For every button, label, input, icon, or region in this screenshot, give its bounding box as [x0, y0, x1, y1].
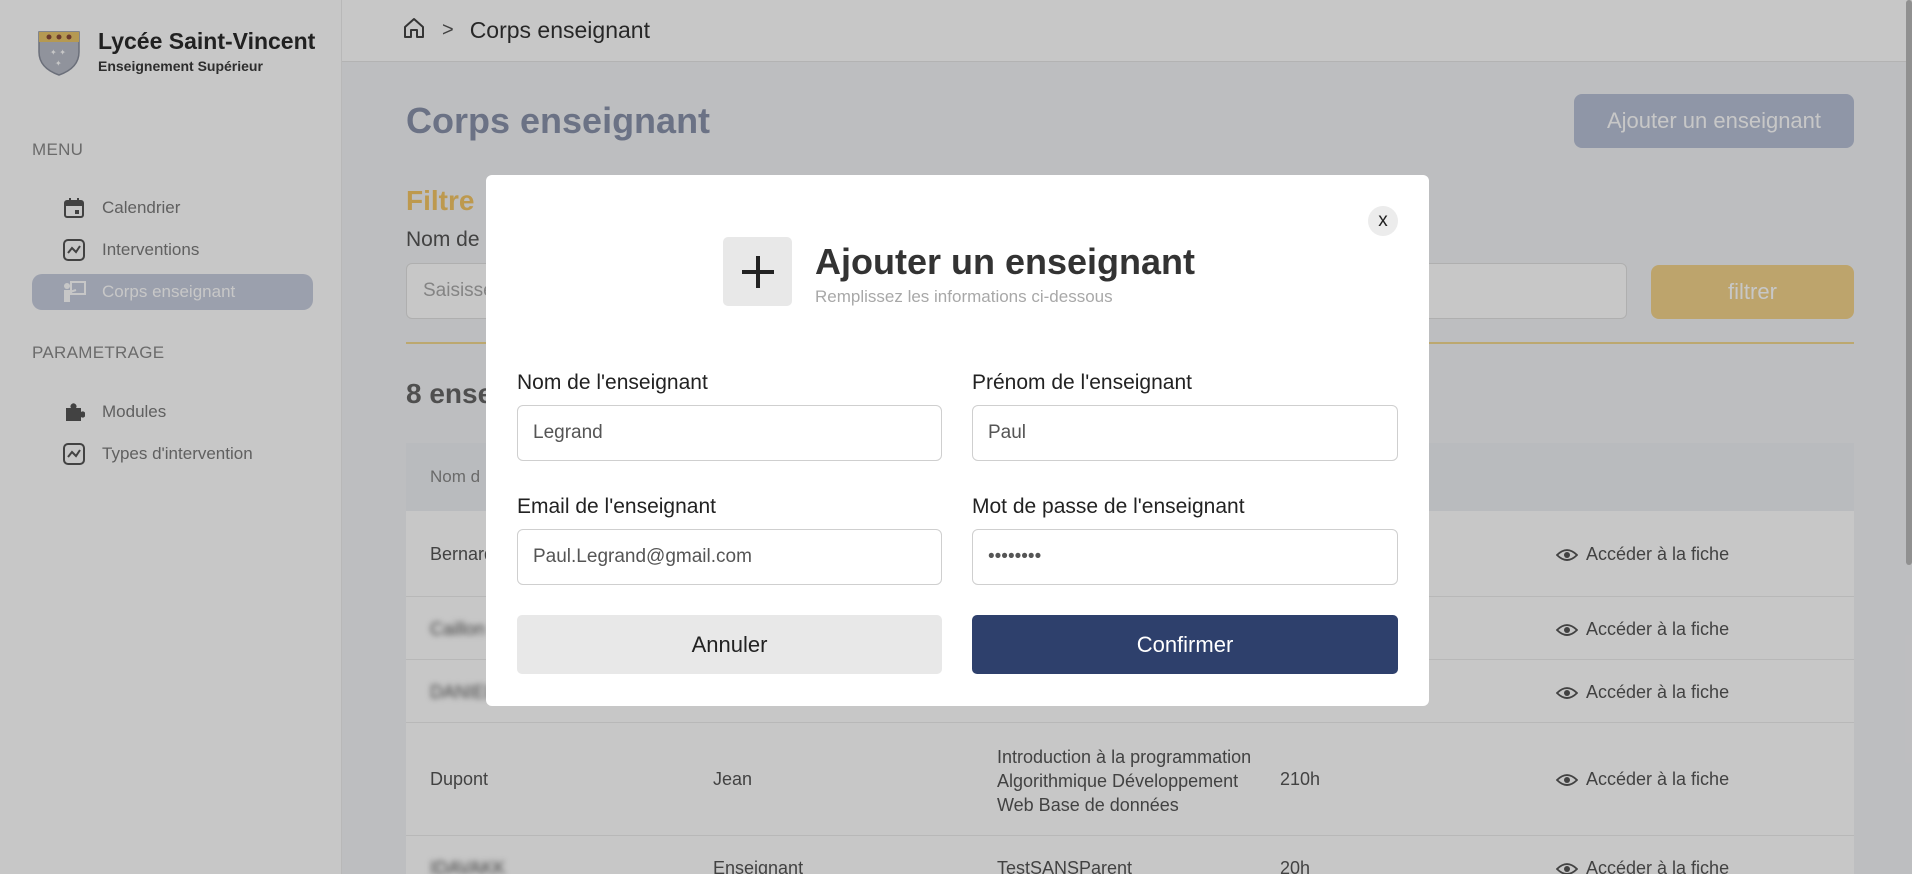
confirm-button[interactable]: Confirmer [972, 615, 1398, 674]
firstname-label: Prénom de l'enseignant [972, 371, 1192, 394]
password-value: •••••••• [988, 546, 1042, 567]
add-teacher-modal: x Ajouter un enseignant Remplissez les i… [486, 175, 1429, 706]
email-value: Paul.Legrand@gmail.com [533, 546, 752, 567]
firstname-field[interactable]: Paul [972, 405, 1398, 461]
password-field[interactable]: •••••••• [972, 529, 1398, 585]
email-field[interactable]: Paul.Legrand@gmail.com [517, 529, 942, 585]
plus-icon [723, 237, 792, 306]
email-label: Email de l'enseignant [517, 495, 716, 518]
lastname-label: Nom de l'enseignant [517, 371, 708, 394]
lastname-value: Legrand [533, 422, 603, 443]
modal-title: Ajouter un enseignant [815, 241, 1196, 282]
modal-subtitle: Remplissez les informations ci-dessous [815, 287, 1113, 306]
firstname-value: Paul [988, 422, 1027, 443]
password-label: Mot de passe de l'enseignant [972, 495, 1245, 518]
close-modal-button[interactable]: x [1368, 206, 1398, 236]
lastname-field[interactable]: Legrand [517, 405, 942, 461]
cancel-button[interactable]: Annuler [517, 615, 942, 674]
